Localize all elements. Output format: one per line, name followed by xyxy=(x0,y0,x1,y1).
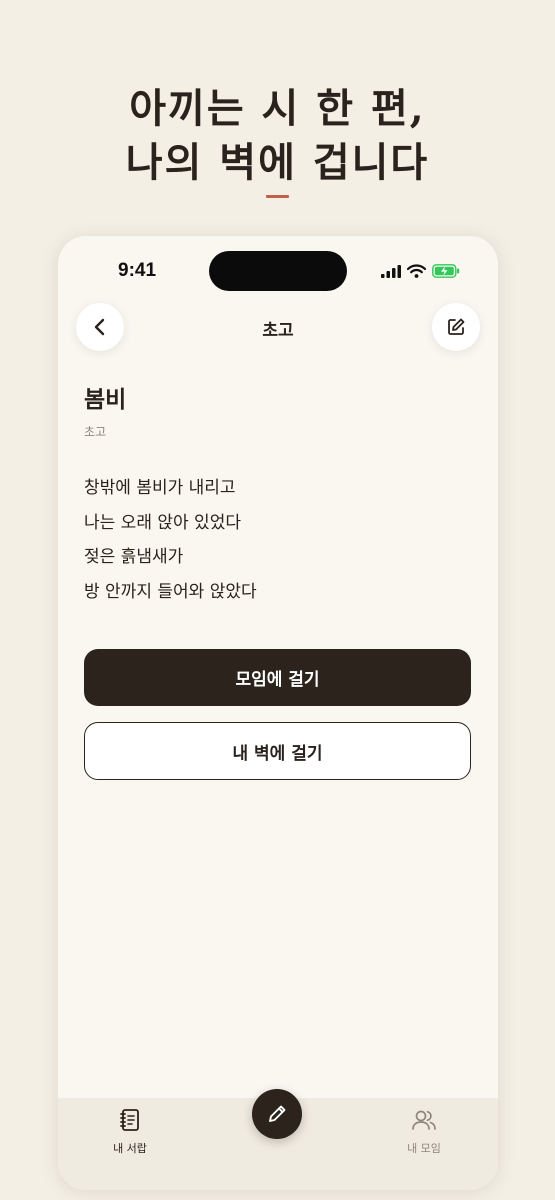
write-button[interactable] xyxy=(252,1089,302,1139)
poem-title: 봄비 xyxy=(84,386,127,413)
hang-on-my-wall-button[interactable]: 내 벽에 걸기 xyxy=(84,722,471,780)
edit-icon xyxy=(448,318,465,335)
headline-line-2: 나의 벽에 겁니다 xyxy=(125,139,430,186)
wifi-icon xyxy=(407,264,426,278)
edit-button[interactable] xyxy=(432,303,480,351)
users-icon xyxy=(412,1110,436,1130)
poem-line: 창밖에 봄비가 내리고 xyxy=(84,478,236,498)
pencil-icon xyxy=(269,1105,286,1122)
tab-my-groups-label: 내 모임 xyxy=(407,1142,441,1155)
headline: 아끼는 시 한 편, 나의 벽에 겁니다 xyxy=(0,82,555,190)
dynamic-island xyxy=(209,251,347,291)
poem-line: 젖은 흙냄새가 xyxy=(84,547,184,567)
tab-my-drawer-label: 내 서랍 xyxy=(113,1142,147,1155)
status-icons xyxy=(381,264,460,278)
signal-icon xyxy=(381,264,401,278)
tab-my-groups[interactable]: 내 모임 xyxy=(384,1108,464,1156)
poem-body: 창밖에 봄비가 내리고 나는 오래 앉아 있었다 젖은 흙냄새가 방 안까지 들… xyxy=(84,471,257,609)
phone-frame: 9:41 초고 봄비 초고 창밖에 봄비가 내리고 나는 오래 앉아 있었다 젖… xyxy=(58,236,498,1190)
hang-on-group-button[interactable]: 모임에 걸기 xyxy=(84,649,471,706)
accent-divider xyxy=(266,195,289,198)
poem-line: 방 안까지 들어와 앉았다 xyxy=(84,581,257,602)
headline-line-1: 아끼는 시 한 편, xyxy=(129,85,426,132)
battery-charging-icon xyxy=(432,264,460,278)
notebook-icon xyxy=(120,1109,139,1131)
poem-line: 나는 오래 앉아 있었다 xyxy=(84,512,241,533)
poem-status-badge: 초고 xyxy=(84,425,107,439)
tab-my-drawer[interactable]: 내 서랍 xyxy=(90,1108,170,1156)
status-time: 9:41 xyxy=(118,260,157,281)
